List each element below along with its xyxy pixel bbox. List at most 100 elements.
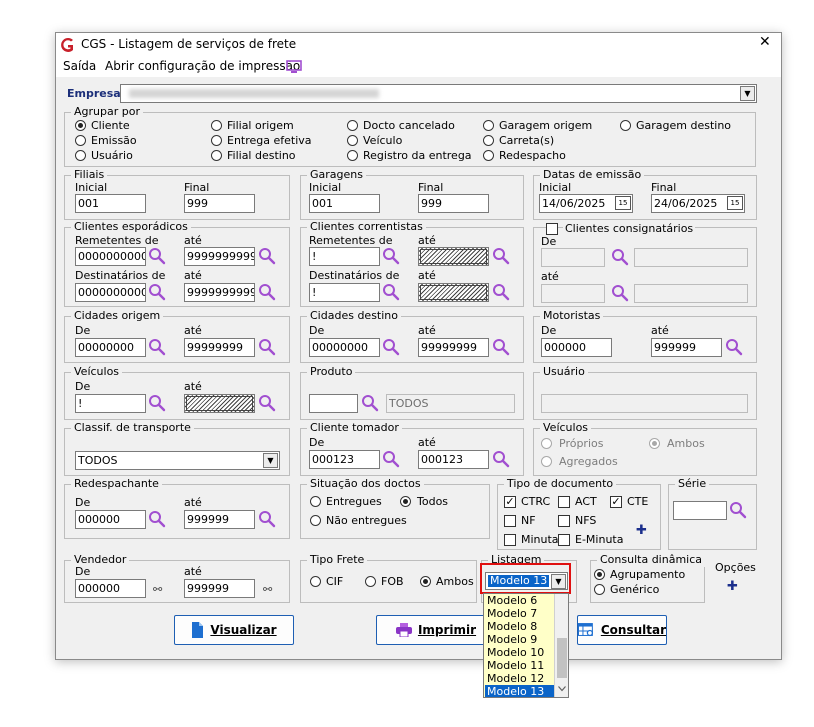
vendedor-to[interactable]: 999999 [184,579,255,598]
esporadicos-rem-from[interactable]: 00000000000 [75,247,146,266]
radio-ambos-frete[interactable] [420,576,431,587]
vendedor-from[interactable]: 000000 [75,579,146,598]
menu-exit[interactable]: Saída [63,60,96,73]
search-icon[interactable] [382,450,400,468]
listagem-dropdown[interactable]: Modelo 6 Modelo 7 Modelo 8 Modelo 9 Mode… [483,593,569,698]
search-icon[interactable] [258,247,276,265]
dropdown-item-selected[interactable]: Modelo 13 [485,685,557,697]
dropdown-scrollbar[interactable] [554,594,568,697]
search-icon[interactable] [148,283,166,301]
date-initial-input[interactable]: 14/06/2025 15 [539,194,633,213]
binoculars-icon[interactable]: ⚯ [153,583,162,596]
chevron-down-icon[interactable]: ▼ [263,453,278,468]
radio-usuario[interactable] [75,150,86,161]
checkbox-minuta[interactable] [504,534,516,546]
checkbox-eminuta[interactable] [558,534,570,546]
dropdown-item[interactable]: Modelo 9 [485,633,557,646]
search-icon[interactable] [148,510,166,528]
search-icon[interactable] [258,283,276,301]
menu-print-config[interactable]: Abrir configuração de impressão [105,60,300,73]
garagens-final-input[interactable]: 999 [418,194,489,213]
plus-icon[interactable]: ✚ [636,524,647,537]
cid-destino-from[interactable]: 00000000 [309,338,380,357]
radio-cliente[interactable] [75,120,86,131]
cid-origem-to[interactable]: 99999999 [184,338,255,357]
correntistas-rem-from[interactable]: ! [309,247,380,266]
monitor-icon[interactable] [286,60,302,74]
search-icon[interactable] [148,394,166,412]
scrollbar-thumb[interactable] [557,638,567,678]
radio-fob[interactable] [365,576,376,587]
dropdown-item[interactable]: Modelo 10 [485,646,557,659]
calendar-icon[interactable]: 15 [615,196,631,210]
veiculos-to[interactable] [184,394,255,413]
search-icon[interactable] [361,394,379,412]
produto-code-input[interactable] [309,394,358,413]
dropdown-item[interactable]: Modelo 7 [485,607,557,620]
empresa-select[interactable]: ▼ [120,84,757,103]
motoristas-to[interactable]: 999999 [651,338,722,357]
correntistas-dest-to[interactable] [418,283,489,302]
radio-registro-entrega[interactable] [347,150,358,161]
search-icon[interactable] [148,338,166,356]
radio-filial-origem[interactable] [211,120,222,131]
calendar-icon[interactable]: 15 [727,196,743,210]
search-icon[interactable] [492,247,510,265]
search-icon[interactable] [729,501,747,519]
radio-emissao[interactable] [75,135,86,146]
redespachante-from[interactable]: 000000 [75,510,146,529]
radio-redespacho[interactable] [483,150,494,161]
search-icon[interactable] [492,450,510,468]
esporadicos-dest-to[interactable]: 99999999999 [184,283,255,302]
binoculars-icon[interactable]: ⚯ [263,583,272,596]
cid-origem-from[interactable]: 00000000 [75,338,146,357]
radio-veiculo[interactable] [347,135,358,146]
close-button[interactable]: ✕ [759,35,771,49]
search-icon[interactable] [382,283,400,301]
radio-docto-cancelado[interactable] [347,120,358,131]
filiais-initial-input[interactable]: 001 [75,194,146,213]
chevron-down-icon[interactable]: ▼ [551,574,566,589]
dropdown-item[interactable]: Modelo 6 [485,594,557,607]
search-icon[interactable] [492,283,510,301]
visualizar-button[interactable]: Visualizar [174,615,294,645]
tomador-from[interactable]: 000123 [309,450,380,469]
search-icon[interactable] [611,284,629,302]
search-icon[interactable] [258,394,276,412]
esporadicos-rem-to[interactable]: 99999999999 [184,247,255,266]
radio-filial-destino[interactable] [211,150,222,161]
checkbox-act[interactable] [558,496,570,508]
veiculos-from[interactable]: ! [75,394,146,413]
search-icon[interactable] [382,247,400,265]
serie-input[interactable] [673,501,727,520]
redespachante-to[interactable]: 999999 [184,510,255,529]
correntistas-dest-from[interactable]: ! [309,283,380,302]
date-final-input[interactable]: 24/06/2025 15 [651,194,745,213]
radio-garagem-origem[interactable] [483,120,494,131]
search-icon[interactable] [382,338,400,356]
garagens-initial-input[interactable]: 001 [309,194,380,213]
checkbox-ctrc[interactable]: ✓ [504,496,516,508]
dropdown-item[interactable]: Modelo 8 [485,620,557,633]
imprimir-button[interactable]: Imprimir [376,615,496,645]
checkbox-cte[interactable]: ✓ [610,496,622,508]
search-icon[interactable] [492,338,510,356]
dropdown-item[interactable]: Modelo 12 [485,672,557,685]
search-icon[interactable] [148,247,166,265]
correntistas-rem-to[interactable] [418,247,489,266]
search-icon[interactable] [725,338,743,356]
checkbox-nf[interactable] [504,515,516,527]
radio-agrupamento[interactable] [594,569,605,580]
radio-generico[interactable] [594,584,605,595]
radio-garagem-destino[interactable] [620,120,631,131]
radio-entrega-efetiva[interactable] [211,135,222,146]
radio-cif[interactable] [310,576,321,587]
motoristas-from[interactable]: 000000 [541,338,612,357]
search-icon[interactable] [611,248,629,266]
consultar-button[interactable]: Consultar [577,615,667,645]
search-icon[interactable] [258,338,276,356]
cid-destino-to[interactable]: 99999999 [418,338,489,357]
classif-select[interactable]: TODOS ▼ [75,451,280,470]
checkbox-nfs[interactable] [558,515,570,527]
radio-carretas[interactable] [483,135,494,146]
